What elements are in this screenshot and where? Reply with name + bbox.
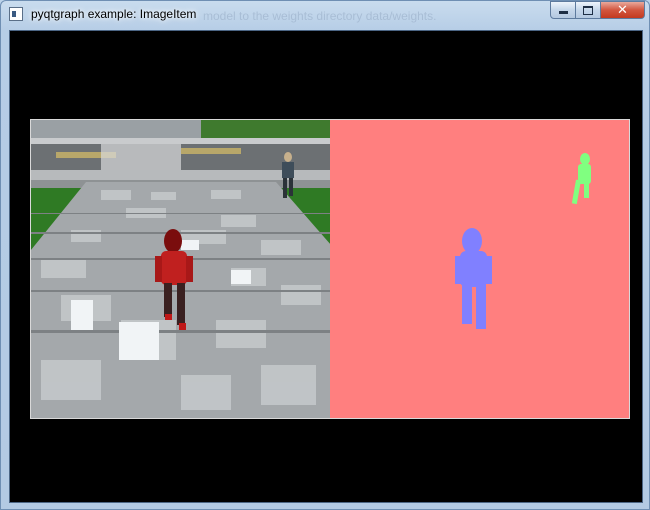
minimize-icon [558, 11, 568, 14]
window-controls: ✕ [550, 1, 645, 21]
segmentation-mask [455, 153, 591, 329]
crosswalk [101, 144, 181, 170]
app-icon[interactable] [9, 7, 23, 21]
road-marking [181, 148, 241, 154]
close-button[interactable]: ✕ [601, 1, 645, 19]
curb-far [31, 138, 331, 144]
street-scene [31, 120, 331, 418]
maximize-icon [583, 5, 593, 15]
window-title: pyqtgraph example: ImageItem [31, 7, 197, 21]
graphics-view[interactable] [9, 30, 643, 503]
segment-person-near [455, 228, 492, 329]
app-window: model to the weights directory data/weig… [0, 0, 650, 510]
title-bar[interactable]: model to the weights directory data/weig… [1, 1, 650, 29]
grass-far [201, 120, 331, 140]
background-window-text: model to the weights directory data/weig… [203, 9, 437, 23]
maximize-button[interactable] [576, 1, 601, 19]
close-icon: ✕ [617, 2, 628, 18]
segment-person-far [571, 153, 591, 205]
segmentation-image [330, 120, 629, 418]
camera-image [31, 120, 331, 418]
image-viewbox[interactable] [30, 119, 630, 419]
minimize-button[interactable] [550, 1, 576, 19]
